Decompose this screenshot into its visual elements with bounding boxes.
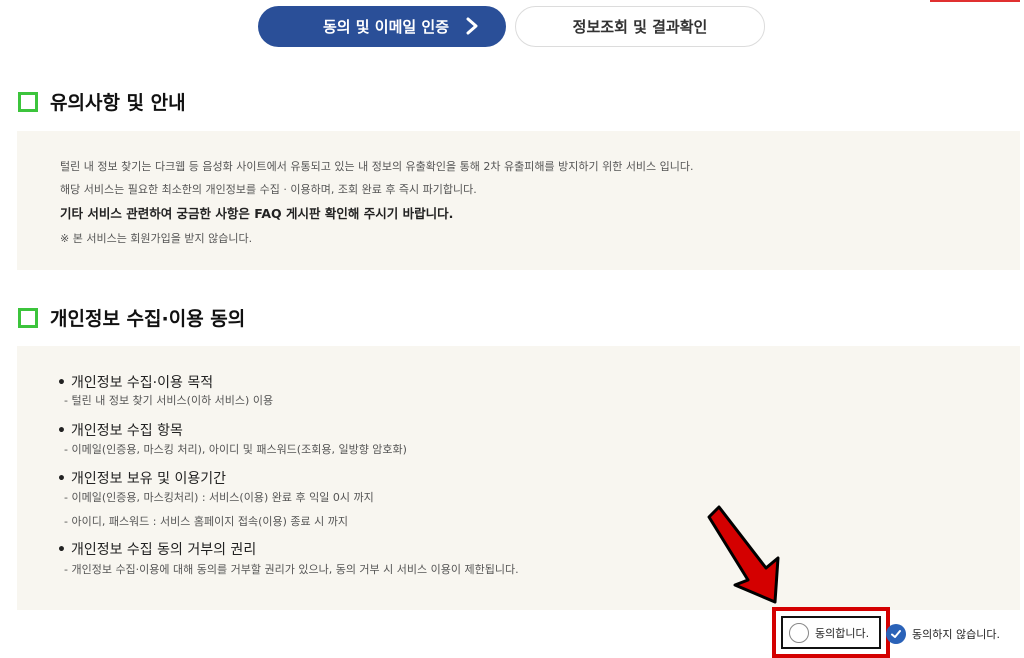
consent-item-detail: - 털린 내 정보 찾기 서비스(이하 서비스) 이용: [64, 394, 274, 407]
consent-item-heading: • 개인정보 수집·이용 목적: [57, 375, 214, 391]
step-consent-email[interactable]: 동의 및 이메일 인증: [258, 6, 506, 47]
consent-item-detail: - 개인정보 수집·이용에 대해 동의를 거부할 권리가 있으나, 동의 거부 …: [64, 563, 519, 576]
square-bullet-icon: [18, 307, 38, 328]
bullet-icon: •: [57, 471, 66, 487]
agree-highlight-box: 동의합니다.: [772, 607, 890, 658]
checkmark-icon: [891, 630, 901, 638]
consent-item-detail: - 아이디, 패스워드 : 서비스 홈페이지 접속(이용) 종료 시 까지: [64, 515, 348, 528]
notice-line: 해당 서비스는 필요한 최소한의 개인정보를 수집 · 이용하며, 조회 완료 …: [60, 183, 477, 196]
consent-item-heading: • 개인정보 수집 항목: [57, 423, 183, 439]
consent-item-heading: • 개인정보 보유 및 이용기간: [57, 471, 226, 487]
section-title-consent: 개인정보 수집·이용 동의: [18, 304, 245, 331]
radio-checked-icon[interactable]: [886, 624, 906, 644]
consent-item-detail: - 이메일(인증용, 마스킹처리) : 서비스(이용) 완료 후 익일 0시 까…: [64, 491, 374, 504]
consent-item-heading: • 개인정보 수집 동의 거부의 권리: [57, 542, 257, 558]
consent-item-detail: - 이메일(인증용, 마스킹 처리), 아이디 및 패스워드(조회용, 일방향 …: [64, 443, 407, 456]
agree-label[interactable]: 동의합니다.: [815, 625, 869, 641]
step-lookup-result[interactable]: 정보조회 및 결과확인: [515, 6, 765, 47]
step-label: 정보조회 및 결과확인: [572, 18, 708, 36]
consent-box: • 개인정보 수집·이용 목적 - 털린 내 정보 찾기 서비스(이하 서비스) …: [17, 346, 1020, 610]
notice-line: 털린 내 정보 찾기는 다크웹 등 음성화 사이트에서 유통되고 있는 내 정보…: [60, 160, 694, 173]
top-accent-line: [930, 0, 1020, 2]
bullet-icon: •: [57, 423, 66, 439]
section-title-notice: 유의사항 및 안내: [18, 88, 186, 115]
bullet-icon: •: [57, 375, 66, 391]
radio-unchecked-icon[interactable]: [789, 622, 809, 643]
square-bullet-icon: [18, 91, 38, 112]
disagree-radio-option[interactable]: 동의하지 않습니다.: [886, 624, 1000, 644]
step-label: 동의 및 이메일 인증: [322, 18, 450, 36]
chevron-right-icon: [466, 17, 478, 35]
agree-radio-option[interactable]: 동의합니다.: [781, 616, 881, 649]
section-title-text: 유의사항 및 안내: [50, 92, 186, 114]
bullet-icon: •: [57, 542, 66, 558]
section-title-text: 개인정보 수집·이용 동의: [50, 308, 246, 330]
notice-line-note: ※ 본 서비스는 회원가입을 받지 않습니다.: [60, 232, 253, 245]
disagree-label[interactable]: 동의하지 않습니다.: [912, 626, 1000, 642]
notice-box: 털린 내 정보 찾기는 다크웹 등 음성화 사이트에서 유통되고 있는 내 정보…: [17, 131, 1020, 270]
notice-line-emphasis: 기타 서비스 관련하여 궁금한 사항은 FAQ 게시판 확인해 주시기 바랍니다…: [60, 206, 454, 221]
